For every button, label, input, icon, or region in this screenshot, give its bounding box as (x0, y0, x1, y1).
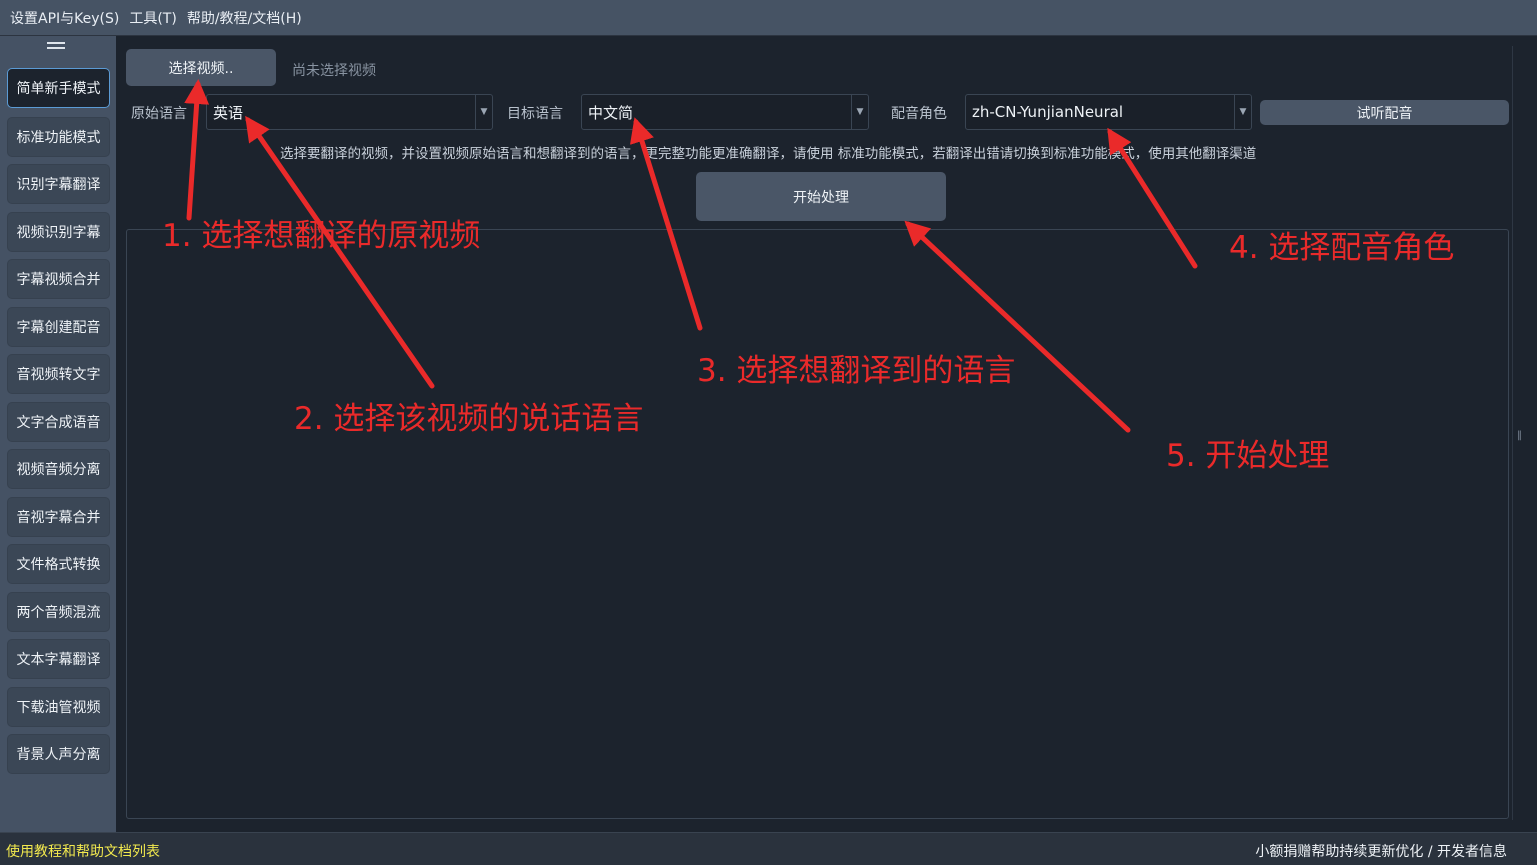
annotation-1: 1. 选择想翻译的原视频 (162, 218, 481, 254)
annotation-4: 4. 选择配音角色 (1229, 230, 1455, 266)
arrow-5 (904, 220, 1131, 433)
arrow-1 (184, 79, 210, 221)
arrow-3 (629, 117, 703, 331)
annotation-5: 5. 开始处理 (1166, 438, 1330, 474)
annotation-2: 2. 选择该视频的说话语言 (294, 401, 644, 437)
annotation-3: 3. 选择想翻译到的语言 (697, 353, 1016, 389)
arrow-4 (1107, 127, 1198, 269)
